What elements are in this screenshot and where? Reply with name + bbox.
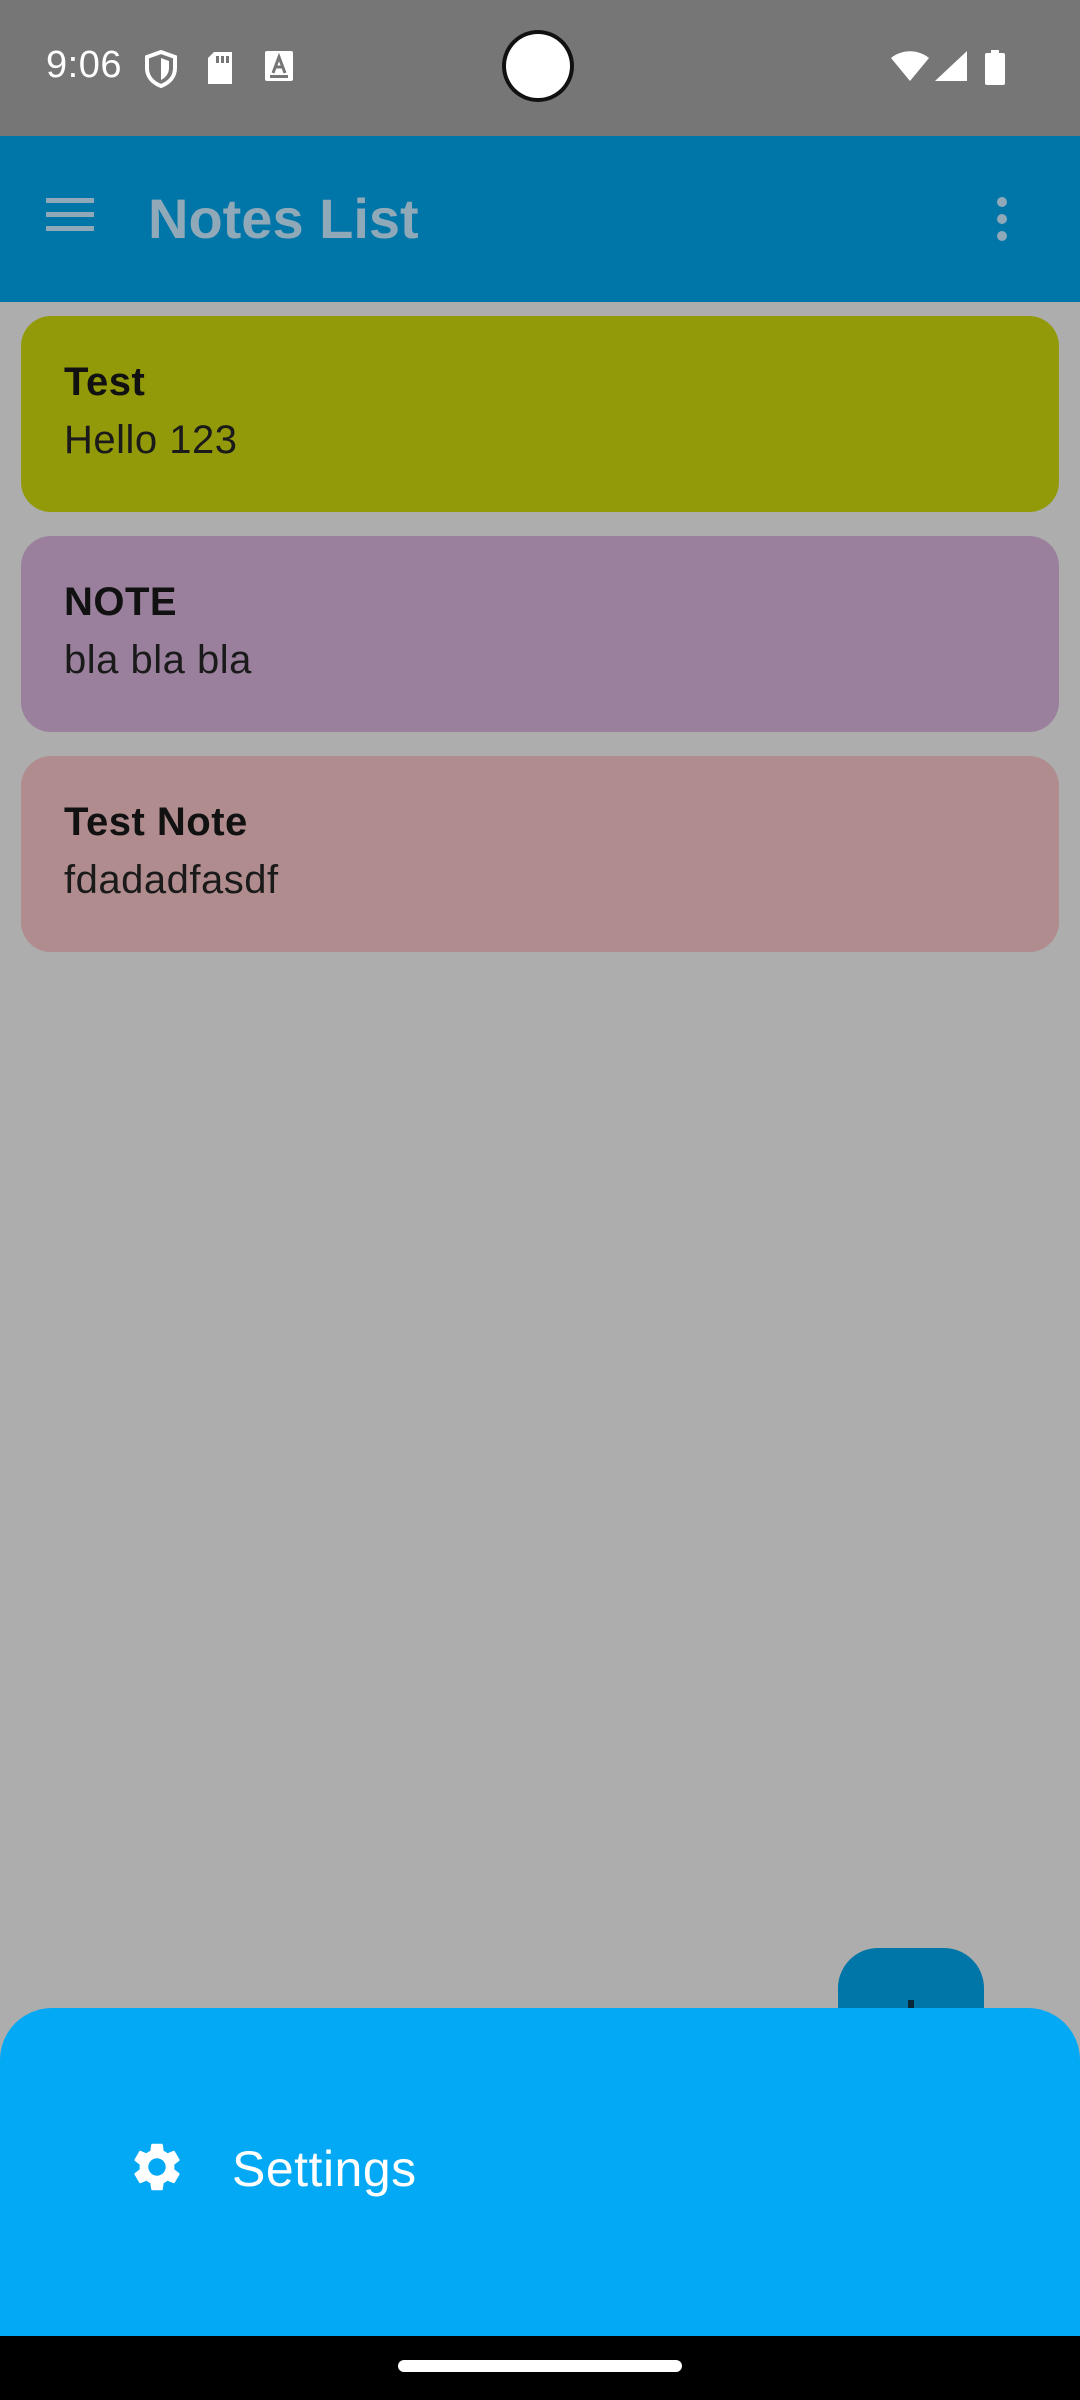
note-body: bla bla bla: [64, 638, 252, 682]
screen: 9:06 Notes List Test Hello 123 NOTE bla …: [0, 0, 1080, 2400]
sd-card-icon: [206, 50, 234, 91]
signal-icon: [934, 50, 968, 87]
home-indicator[interactable]: [398, 2360, 682, 2372]
note-card[interactable]: Test Hello 123: [21, 316, 1059, 512]
navigation-bar: [0, 2336, 1080, 2400]
note-card[interactable]: Test Note fdadadfasdf: [21, 756, 1059, 952]
settings-label: Settings: [232, 2141, 417, 2197]
note-body: fdadadfasdf: [64, 858, 279, 902]
camera-cutout: [506, 34, 570, 98]
shield-icon: [144, 49, 178, 93]
note-title: Test: [64, 360, 146, 404]
font-a-icon: [264, 50, 294, 87]
wifi-icon: [890, 50, 930, 87]
more-options-icon[interactable]: [990, 196, 1022, 246]
note-title: NOTE: [64, 580, 178, 624]
status-time: 9:06: [46, 44, 122, 86]
note-card[interactable]: NOTE bla bla bla: [21, 536, 1059, 732]
note-title: Test Note: [64, 800, 248, 844]
app-bar: Notes List: [0, 136, 1080, 302]
status-bar: 9:06: [0, 0, 1080, 136]
hamburger-menu-icon[interactable]: [44, 194, 104, 244]
note-body: Hello 123: [64, 418, 238, 462]
page-title: Notes List: [148, 187, 419, 250]
settings-menu-item[interactable]: Settings: [104, 2112, 704, 2222]
battery-icon: [984, 50, 1006, 91]
gear-icon: [128, 2138, 186, 2196]
